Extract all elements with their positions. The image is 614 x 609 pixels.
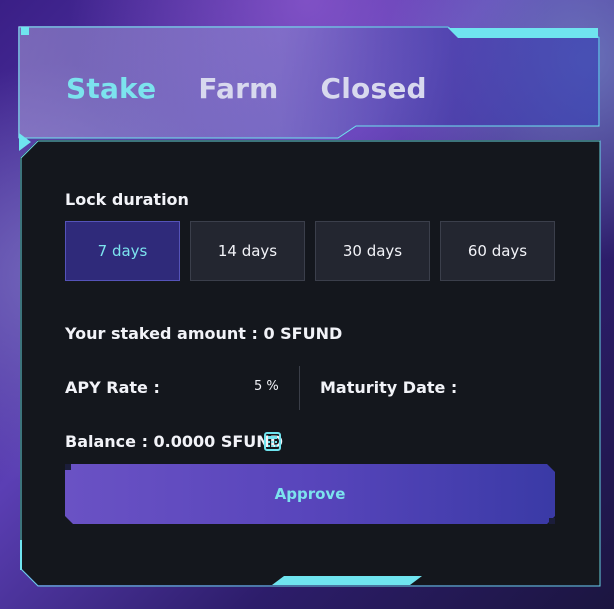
duration-7-days[interactable]: 7 days xyxy=(65,221,180,281)
button-corner-mark xyxy=(65,464,71,470)
tab-row: Stake Farm Closed xyxy=(66,72,427,105)
corner-dot xyxy=(21,27,29,35)
bottom-accent-bar xyxy=(272,576,422,585)
apy-rate-value: 5 % xyxy=(254,379,279,394)
tab-closed[interactable]: Closed xyxy=(320,72,426,105)
tab-stake[interactable]: Stake xyxy=(66,72,156,105)
duration-30-days[interactable]: 30 days xyxy=(315,221,430,281)
divider xyxy=(299,366,300,410)
apy-rate-label: APY Rate : xyxy=(65,378,160,397)
duration-14-days[interactable]: 14 days xyxy=(190,221,305,281)
staked-amount: Your staked amount : 0 SFUND xyxy=(65,324,343,343)
tab-farm[interactable]: Farm xyxy=(198,72,278,105)
balance-label: Balance : 0.0000 SFUND xyxy=(65,432,283,451)
button-corner-mark xyxy=(549,518,555,524)
duration-options: 7 days 14 days 30 days 60 days xyxy=(65,221,555,281)
top-accent-bar xyxy=(448,28,598,38)
stake-widget: Stake Farm Closed Lock duration 7 days 1… xyxy=(0,0,614,609)
duration-60-days[interactable]: 60 days xyxy=(440,221,555,281)
maturity-date-label: Maturity Date : xyxy=(320,378,458,397)
approve-button[interactable]: Approve xyxy=(65,464,555,524)
calculator-icon[interactable] xyxy=(264,432,281,451)
lock-duration-title: Lock duration xyxy=(65,190,189,209)
